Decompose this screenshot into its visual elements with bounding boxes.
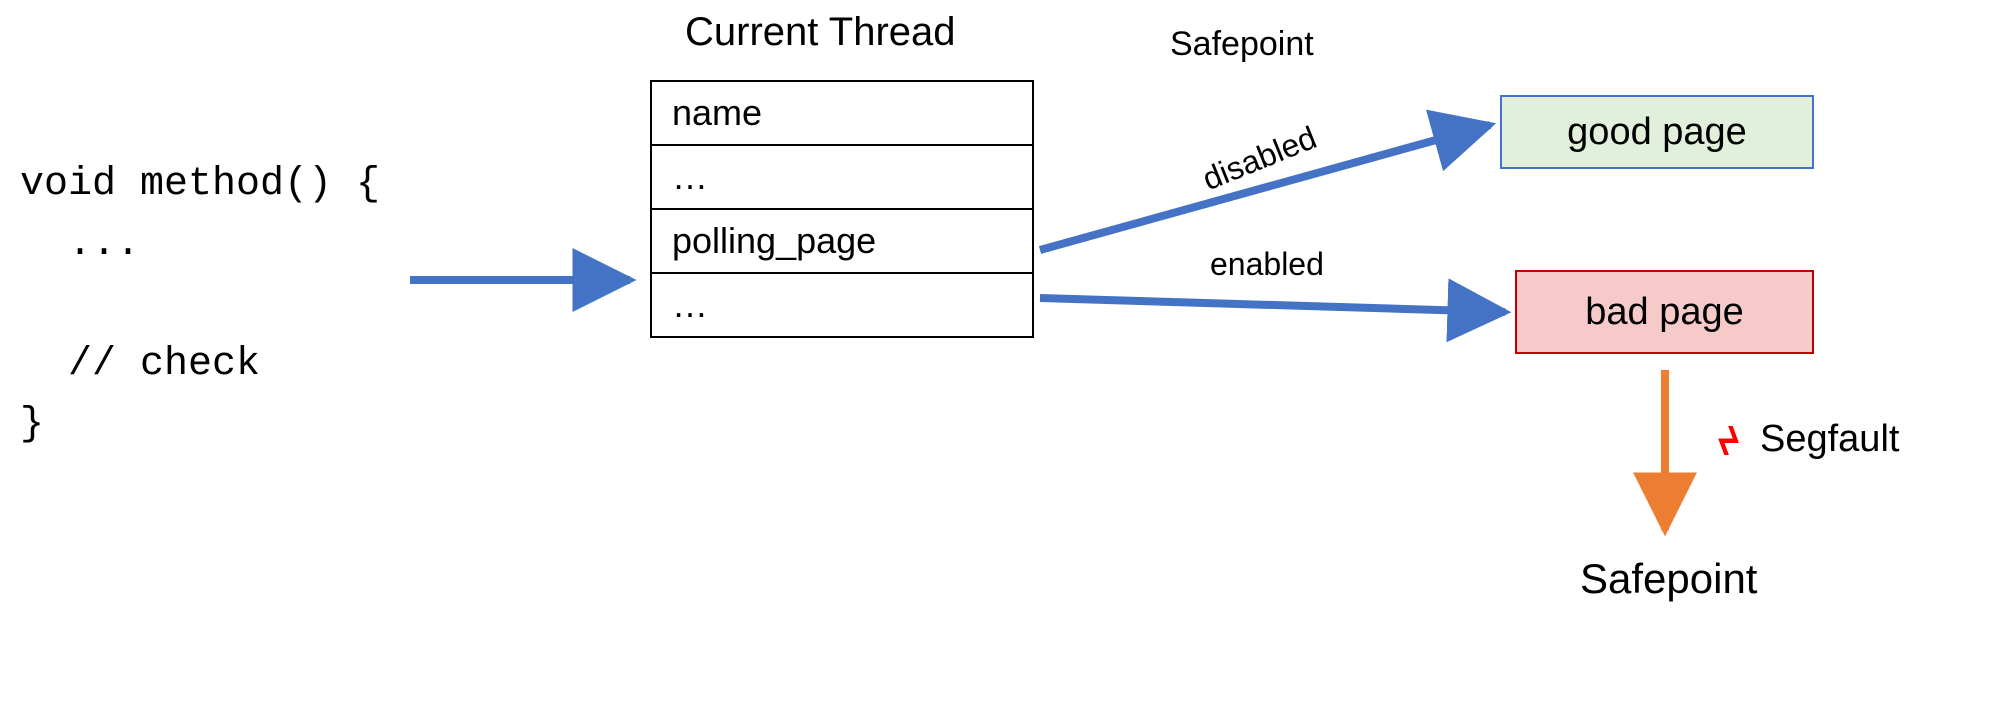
thread-row: … [652, 272, 1032, 336]
edge-label-enabled: enabled [1210, 246, 1324, 283]
bad-page-box: bad page [1515, 270, 1814, 354]
thread-table: name … polling_page … [650, 80, 1034, 338]
thread-row: … [652, 144, 1032, 208]
thread-title: Current Thread [685, 10, 956, 55]
arrow-enabled [1040, 298, 1505, 312]
good-page-box: good page [1500, 95, 1814, 169]
code-line: } [20, 402, 44, 447]
thread-row: name [652, 82, 1032, 144]
code-block: void method() { ... // check } [20, 95, 380, 455]
safepoint-label-bottom: Safepoint [1580, 555, 1757, 603]
code-line: void method() { [20, 162, 380, 207]
diagram-canvas: void method() { ... // check } Current T… [0, 0, 2000, 726]
lightning-icon: ϟ [1718, 420, 1739, 465]
safepoint-label-top: Safepoint [1170, 25, 1314, 64]
code-line: ... [20, 222, 140, 267]
good-page-label: good page [1567, 111, 1747, 154]
thread-row-polling-page: polling_page [652, 208, 1032, 272]
segfault-label: Segfault [1760, 418, 1899, 461]
edge-label-disabled: disabled [1197, 119, 1321, 198]
bad-page-label: bad page [1585, 291, 1744, 334]
code-line: // check [20, 342, 260, 387]
